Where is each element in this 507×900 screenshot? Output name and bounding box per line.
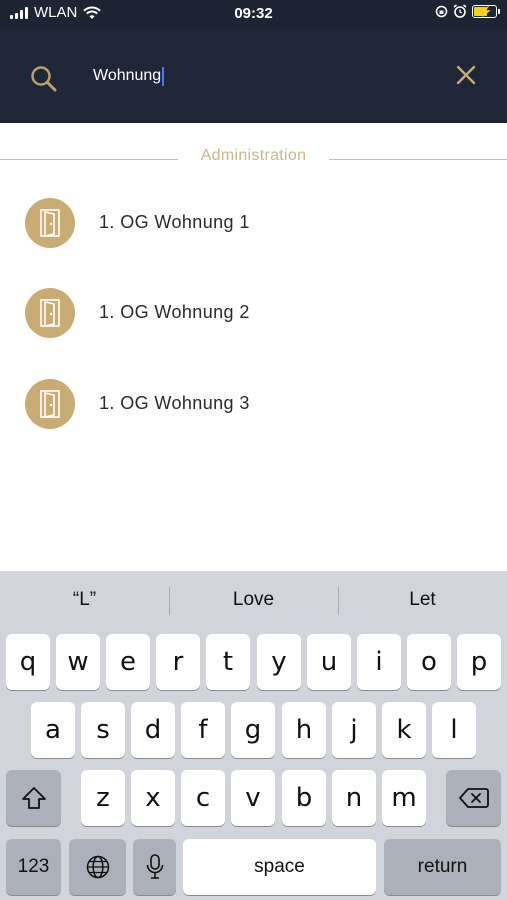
key-k[interactable]: k <box>382 702 426 758</box>
key-i[interactable]: i <box>357 634 401 690</box>
search-header: Wohnung <box>0 26 507 123</box>
backspace-icon <box>458 788 489 808</box>
numbers-key[interactable]: 123 <box>6 839 61 895</box>
search-input-value: Wohnung <box>93 67 162 84</box>
key-g[interactable]: g <box>231 702 275 758</box>
key-c[interactable]: c <box>181 770 225 826</box>
search-icon[interactable] <box>29 64 59 94</box>
list-item-label: 1. OG Wohnung 3 <box>99 393 250 413</box>
key-s[interactable]: s <box>81 702 125 758</box>
key-q[interactable]: q <box>6 634 50 690</box>
return-key[interactable]: return <box>384 839 501 895</box>
globe-icon <box>86 855 109 879</box>
status-right: ⚡ <box>435 4 500 18</box>
list-item[interactable]: 1. OG Wohnung 1 <box>0 198 507 268</box>
suggestion[interactable]: Love <box>169 571 338 629</box>
battery-icon: ⚡ <box>472 4 500 18</box>
alarm-icon <box>453 4 467 18</box>
close-icon[interactable] <box>454 63 478 87</box>
key-j[interactable]: j <box>332 702 376 758</box>
key-t[interactable]: t <box>206 634 250 690</box>
key-e[interactable]: e <box>106 634 150 690</box>
keyboard: “L” Love Let q w e r t y u i o p a s d f… <box>0 571 507 900</box>
door-icon <box>25 379 75 429</box>
list-item-label: 1. OG Wohnung 1 <box>99 212 250 232</box>
list-item[interactable]: 1. OG Wohnung 3 <box>0 379 507 449</box>
key-o[interactable]: o <box>407 634 451 690</box>
key-v[interactable]: v <box>231 770 275 826</box>
suggestion[interactable]: “L” <box>0 571 169 629</box>
key-b[interactable]: b <box>282 770 326 826</box>
search-input[interactable]: Wohnung <box>93 61 423 91</box>
key-p[interactable]: p <box>457 634 501 690</box>
key-r[interactable]: r <box>156 634 200 690</box>
shift-key[interactable] <box>6 770 61 826</box>
key-m[interactable]: m <box>382 770 426 826</box>
section-header: Administration <box>0 145 507 169</box>
dictation-key[interactable] <box>133 839 176 895</box>
text-caret <box>162 66 165 86</box>
orientation-lock-icon <box>435 5 448 17</box>
door-icon <box>25 288 75 338</box>
divider-line <box>329 159 507 160</box>
key-a[interactable]: a <box>31 702 75 758</box>
space-key[interactable]: space <box>183 839 376 895</box>
microphone-icon <box>146 854 163 879</box>
section-title: Administration <box>200 147 307 164</box>
status-bar: WLAN 09:32 ⚡ <box>0 0 507 26</box>
key-w[interactable]: w <box>56 634 100 690</box>
key-d[interactable]: d <box>131 702 175 758</box>
key-u[interactable]: u <box>307 634 351 690</box>
suggestion[interactable]: Let <box>338 571 507 629</box>
suggestion-bar: “L” Love Let <box>0 571 507 629</box>
key-l[interactable]: l <box>432 702 476 758</box>
status-time: 09:32 <box>234 5 273 22</box>
key-y[interactable]: y <box>257 634 301 690</box>
key-z[interactable]: z <box>81 770 125 826</box>
delete-key[interactable] <box>446 770 501 826</box>
list-item[interactable]: 1. OG Wohnung 2 <box>0 288 507 358</box>
divider-line <box>0 159 178 160</box>
shift-icon <box>21 787 46 809</box>
key-f[interactable]: f <box>181 702 225 758</box>
list-item-label: 1. OG Wohnung 2 <box>99 302 250 322</box>
key-h[interactable]: h <box>282 702 326 758</box>
key-x[interactable]: x <box>131 770 175 826</box>
door-icon <box>25 198 75 248</box>
globe-key[interactable] <box>69 839 126 895</box>
key-n[interactable]: n <box>332 770 376 826</box>
